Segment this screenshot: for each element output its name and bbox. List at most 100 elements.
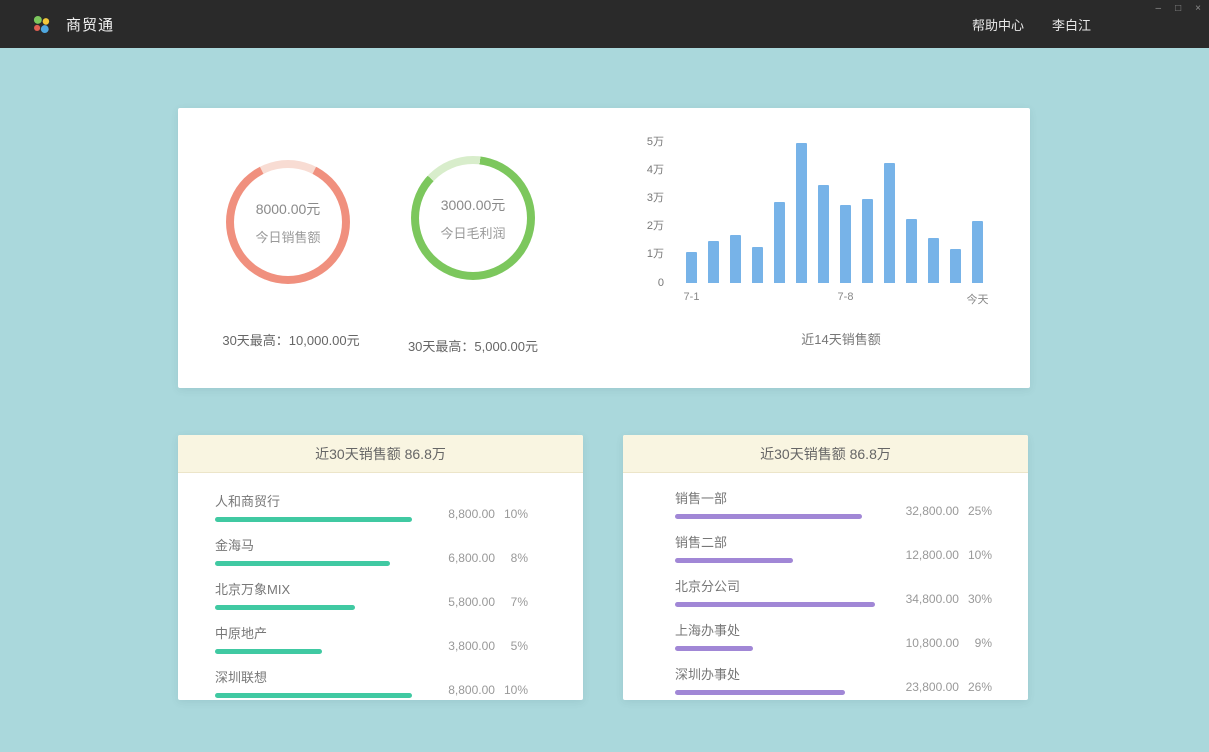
list-item-name: 中原地产: [215, 623, 415, 642]
daily-sales-bar: [884, 163, 895, 283]
list-item-bar: [675, 558, 793, 563]
today-sales-donut: 8000.00元 今日销售额: [226, 160, 350, 284]
list-item-value: 12,800.00: [901, 548, 959, 562]
list-item-name: 销售二部: [675, 532, 875, 551]
daily-sales-xaxis: 7-17-8今天: [686, 291, 996, 305]
titlebar: 商贸通 帮助中心 李白江 – □ ×: [0, 0, 1209, 48]
list-item-percent: 8%: [504, 551, 528, 565]
daily-sales-bar: [818, 185, 829, 283]
sales-30d-max-note: 30天最高：10,000.00元: [211, 330, 371, 349]
list-item: 北京万象MIX 5,800.00 7%: [215, 579, 528, 610]
list-item-name: 人和商贸行: [215, 491, 415, 510]
daily-sales-yaxis: 01万2万3万4万5万: [633, 143, 678, 283]
list-item-bar-track: [675, 602, 875, 607]
list-item-name: 金海马: [215, 535, 415, 554]
list-item-bar-track: [675, 690, 875, 695]
departments-sales-card: 近30天销售额 86.8万 销售一部 32,800.00 25% 销售二部 12,800…: [623, 435, 1028, 700]
daily-sales-ytick: 4万: [647, 161, 664, 177]
list-item-bar: [675, 602, 875, 607]
window-minimize-icon[interactable]: –: [1154, 3, 1164, 15]
list-item-bar-track: [215, 605, 415, 610]
list-item: 销售二部 12,800.00 10%: [675, 532, 992, 563]
daily-sales-xtick: 今天: [967, 291, 989, 307]
list-item-bar-track: [675, 558, 875, 563]
customers-sales-card: 近30天销售额 86.8万 人和商贸行 8,800.00 10% 金海马 6,800.0…: [178, 435, 583, 700]
help-center-link[interactable]: 帮助中心: [972, 15, 1024, 34]
list-item-bar: [675, 690, 845, 695]
daily-sales-bar: [862, 199, 873, 283]
profit-30d-max-note: 30天最高：5,000.00元: [393, 336, 553, 355]
user-name-menu[interactable]: 李白江: [1052, 15, 1091, 34]
list-item-value: 34,800.00: [901, 592, 959, 606]
customers-card-header: 近30天销售额 86.8万: [178, 435, 583, 473]
daily-sales-ytick: 1万: [647, 245, 664, 261]
list-item-percent: 10%: [968, 548, 992, 562]
list-item-value: 32,800.00: [901, 504, 959, 518]
list-item-percent: 26%: [968, 680, 992, 694]
list-item-value: 8,800.00: [437, 683, 495, 697]
list-item-value: 23,800.00: [901, 680, 959, 694]
list-item-percent: 25%: [968, 504, 992, 518]
list-item-bar-track: [215, 693, 415, 698]
list-item-percent: 10%: [504, 683, 528, 697]
daily-sales-xtick: 7-8: [838, 291, 854, 303]
departments-card-header: 近30天销售额 86.8万: [623, 435, 1028, 473]
list-item: 深圳办事处23,800.0026%: [675, 664, 992, 695]
today-sales-label: 今日销售额: [255, 227, 320, 246]
list-item-bar-track: [215, 649, 415, 654]
daily-sales-bar: [906, 219, 917, 283]
window-close-icon[interactable]: ×: [1193, 3, 1203, 15]
list-item: 金海马 6,800.00 8%: [215, 535, 528, 566]
list-item-name: 销售一部: [675, 488, 875, 507]
window-controls: – □ ×: [1154, 3, 1203, 15]
list-item-bar-track: [215, 517, 415, 522]
titlebar-nav: 帮助中心 李白江: [972, 15, 1209, 34]
daily-sales-bar: [796, 143, 807, 283]
list-item-bar: [215, 561, 390, 566]
daily-sales-bar: [972, 221, 983, 283]
today-profit-label: 今日毛利润: [440, 223, 505, 242]
daily-sales-ytick: 3万: [647, 189, 664, 205]
list-item-bar-track: [675, 646, 875, 651]
list-item-value: 8,800.00: [437, 507, 495, 521]
window-maximize-icon[interactable]: □: [1173, 3, 1183, 15]
daily-sales-bar: [686, 252, 697, 283]
list-item-bar-track: [215, 561, 415, 566]
list-item: 中原地产 3,800.00 5%: [215, 623, 528, 654]
list-item-bar-track: [675, 514, 875, 519]
list-item-value: 6,800.00: [437, 551, 495, 565]
today-sales-value: 8000.00元: [256, 199, 321, 219]
daily-sales-caption: 近14天销售额: [686, 329, 996, 348]
list-item-bar: [215, 693, 412, 698]
list-item-value: 5,800.00: [437, 595, 495, 609]
list-item-percent: 10%: [504, 507, 528, 521]
daily-sales-bar: [708, 241, 719, 283]
daily-sales-ytick: 0: [658, 277, 664, 289]
daily-sales-bar: [730, 235, 741, 283]
list-item-bar: [215, 517, 412, 522]
list-item-percent: 9%: [968, 636, 992, 650]
list-item-name: 北京万象MIX: [215, 579, 415, 598]
app-title: 商贸通: [66, 14, 114, 35]
departments-rows: 销售一部 32,800.00 25% 销售二部 12,800.00 10% 北京分公司 34,…: [623, 473, 1028, 695]
list-item-bar: [675, 514, 862, 519]
list-item-percent: 7%: [504, 595, 528, 609]
list-item: 销售一部 32,800.00 25%: [675, 488, 992, 519]
list-item-percent: 5%: [504, 639, 528, 653]
list-item-percent: 30%: [968, 592, 992, 606]
list-item-bar: [675, 646, 753, 651]
list-item-name: 北京分公司: [675, 576, 875, 595]
customers-rows: 人和商贸行 8,800.00 10% 金海马 6,800.00 8% 北京万象MIX 5,80…: [178, 473, 583, 698]
list-item-value: 10,800.00: [901, 636, 959, 650]
list-item-name: 深圳联想: [215, 667, 415, 686]
daily-sales-ytick: 2万: [647, 217, 664, 233]
today-profit-value: 3000.00元: [441, 195, 506, 215]
daily-sales-bar: [774, 202, 785, 283]
daily-sales-bar: [950, 249, 961, 283]
app-logo-icon: [30, 12, 54, 36]
list-item-bar: [215, 605, 355, 610]
list-item: 上海办事处10,800.009%: [675, 620, 992, 651]
today-sales-donut-center: 8000.00元 今日销售额: [234, 168, 342, 276]
list-item-value: 3,800.00: [437, 639, 495, 653]
list-item: 深圳联想 8,800.00 10%: [215, 667, 528, 698]
